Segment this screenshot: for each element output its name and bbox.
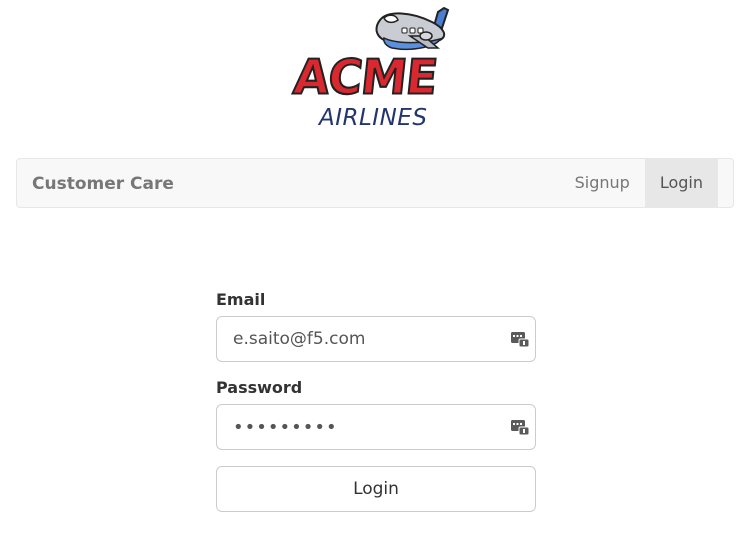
password-manager-key-icon[interactable] xyxy=(510,329,530,349)
email-label: Email xyxy=(216,290,266,309)
password-manager-key-icon[interactable] xyxy=(510,417,530,437)
navbar-brand[interactable]: Customer Care xyxy=(32,159,174,209)
logo-wordmark: ACME xyxy=(290,48,441,106)
acme-airlines-logo: ACME AIRLINES xyxy=(290,6,462,134)
password-field-wrapper xyxy=(216,404,536,450)
email-field[interactable] xyxy=(216,316,536,362)
email-field-wrapper xyxy=(216,316,536,362)
password-field[interactable] xyxy=(216,404,536,450)
password-label: Password xyxy=(216,378,303,397)
nav-link-signup[interactable]: Signup xyxy=(560,159,645,207)
nav-link-login[interactable]: Login xyxy=(644,159,718,207)
navbar-links: Signup Login xyxy=(560,159,718,207)
top-navbar: Customer Care Signup Login xyxy=(16,158,734,208)
login-submit-button[interactable]: Login xyxy=(216,466,536,512)
login-form: Email Password Login xyxy=(216,290,536,512)
logo-subtitle: AIRLINES xyxy=(319,105,428,131)
